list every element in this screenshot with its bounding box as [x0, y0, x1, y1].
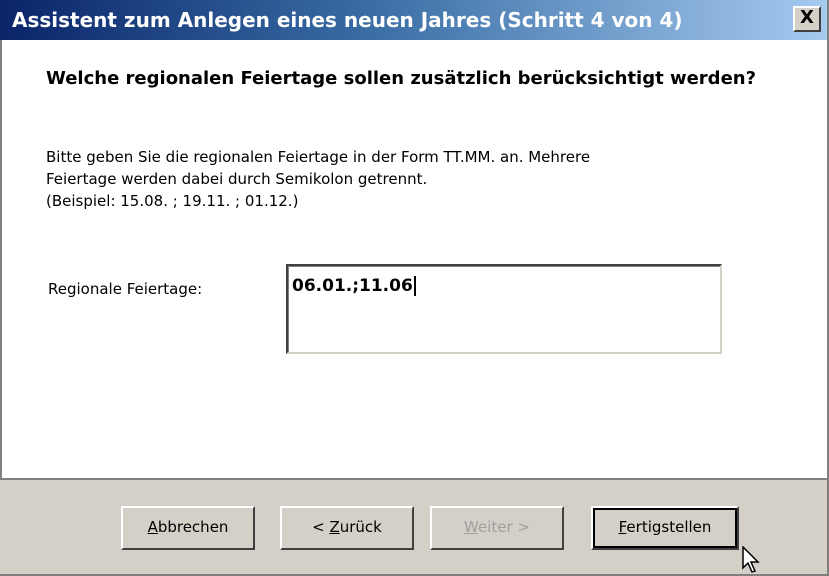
cancel-label: bbrechen [157, 518, 229, 536]
cancel-button[interactable]: Abbrechen [121, 506, 255, 550]
back-mnemonic: Z [329, 518, 340, 536]
finish-button[interactable]: Fertigstellen [591, 506, 739, 550]
back-button[interactable]: < Zurück [280, 506, 414, 550]
finish-label: ertigstellen [626, 518, 712, 536]
close-button[interactable]: X [793, 6, 821, 32]
holidays-label: Regionale Feiertage: [48, 280, 203, 298]
wizard-content: Welche regionalen Feiertage sollen zusät… [0, 40, 827, 478]
next-button[interactable]: Weiter > [430, 506, 564, 550]
holidays-input[interactable]: 06.01.;11.06 [286, 264, 722, 354]
mouse-cursor-icon [742, 546, 760, 573]
description-line: (Beispiel: 15.08. ; 19.11. ; 01.12.) [46, 192, 299, 210]
next-mnemonic: W [464, 518, 478, 536]
title-bar: Assistent zum Anlegen eines neuen Jahres… [0, 0, 827, 40]
back-label: urück [339, 518, 382, 536]
step-heading: Welche regionalen Feiertage sollen zusät… [46, 68, 757, 89]
holidays-input-value: 06.01.;11.06 [292, 276, 416, 296]
back-prefix: < [312, 518, 330, 536]
description-line: Feiertage werden dabei durch Semikolon g… [46, 170, 428, 188]
close-icon: X [800, 7, 814, 28]
button-bar: Abbrechen < Zurück Weiter > Fertigstelle… [0, 478, 827, 574]
step-description: Bitte geben Sie die regionalen Feiertage… [46, 146, 766, 212]
description-line: Bitte geben Sie die regionalen Feiertage… [46, 148, 591, 166]
window-title: Assistent zum Anlegen eines neuen Jahres… [12, 8, 683, 32]
cancel-mnemonic: A [147, 518, 158, 536]
wizard-window: Assistent zum Anlegen eines neuen Jahres… [0, 0, 829, 576]
next-label: eiter > [477, 518, 530, 536]
